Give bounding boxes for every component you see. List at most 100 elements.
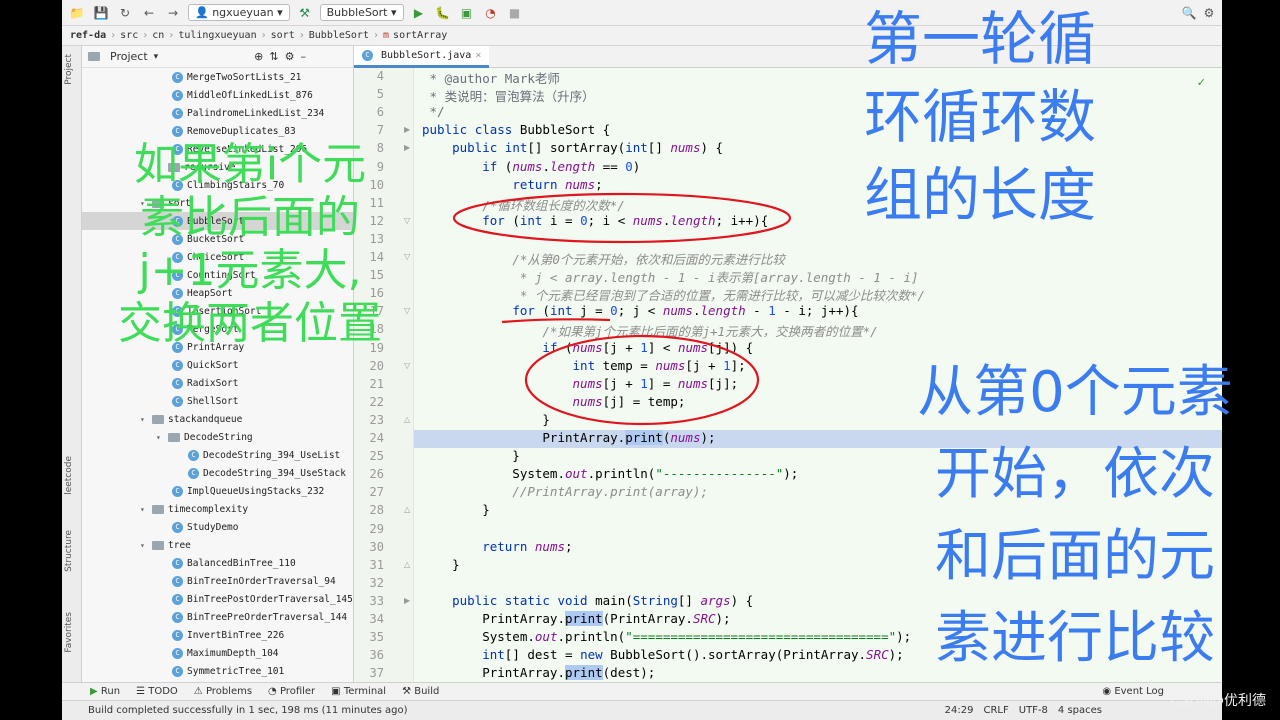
breadcrumb-item[interactable]: BubbleSort	[309, 30, 369, 41]
tree-class[interactable]: C DecodeString_394_UseStack	[82, 464, 353, 482]
tree-class[interactable]: C QuickSort	[82, 356, 353, 374]
run-config-selector[interactable]: BubbleSort ▾	[319, 4, 404, 21]
code-line[interactable]: /*如果第j个元素比后面的第j+1元素大，交换两者的位置*/	[422, 321, 877, 340]
tree-class[interactable]: C MaximumDepth_104	[82, 644, 353, 662]
coverage-icon[interactable]: ▣	[458, 4, 476, 22]
tree-class[interactable]: C BinTreePostOrderTraversal_145	[82, 590, 353, 608]
chevron-down-icon[interactable]: ▾	[140, 541, 150, 550]
breadcrumb-item[interactable]: tulingxueyuan	[178, 30, 256, 41]
tab-profiler[interactable]: ◔ Profiler	[268, 686, 315, 697]
code-line[interactable]: }	[422, 502, 490, 517]
fold-marker-icon[interactable]: ▶	[404, 125, 410, 134]
code-line[interactable]: * 类说明：冒泡算法（升序）	[422, 86, 595, 105]
tree-class[interactable]: C BalancedBinTree_110	[82, 554, 353, 572]
code-line[interactable]: /*从第0个元素开始，依次和后面的元素进行比较	[422, 249, 785, 268]
fold-marker-icon[interactable]: ▶	[404, 596, 410, 605]
tab-build[interactable]: ⚒ Build	[402, 686, 439, 697]
tree-class[interactable]: C BinTreePreOrderTraversal_144	[82, 608, 353, 626]
caret-position[interactable]: 24:29	[945, 705, 974, 716]
tree-class[interactable]: C RadixSort	[82, 374, 353, 392]
minimize-icon[interactable]: –	[300, 50, 306, 63]
tab-todo[interactable]: ☰ TODO	[136, 686, 178, 697]
side-tab-favorites[interactable]: Favorites	[64, 612, 74, 653]
code-line[interactable]: */	[422, 104, 445, 119]
sync-icon[interactable]: ↻	[116, 4, 134, 22]
chevron-down-icon[interactable]: ▾	[140, 415, 150, 424]
tab-terminal[interactable]: ▣ Terminal	[331, 686, 386, 697]
code-line[interactable]: if (nums[j + 1] < nums[j]) {	[422, 340, 753, 355]
fold-marker-icon[interactable]: ▽	[404, 361, 410, 370]
code-line[interactable]: //PrintArray.print(array);	[422, 484, 708, 499]
close-icon[interactable]: ×	[475, 50, 481, 61]
code-line[interactable]: PrintArray.print(PrintArray.SRC);	[422, 611, 731, 626]
run-icon[interactable]: ▶	[410, 4, 428, 22]
profile-icon[interactable]: ◔	[482, 4, 500, 22]
fold-marker-icon[interactable]: △	[404, 415, 410, 424]
debug-icon[interactable]: 🐛	[434, 4, 452, 22]
stop-icon[interactable]: ■	[506, 4, 524, 22]
tab-problems[interactable]: ⚠ Problems	[194, 686, 252, 697]
code-line[interactable]: }	[422, 412, 550, 427]
fold-marker-icon[interactable]: △	[404, 505, 410, 514]
code-line[interactable]: for (int j = 0; j < nums.length - 1 - i;…	[422, 303, 858, 318]
breadcrumb-item[interactable]: ref-da	[70, 30, 106, 41]
code-line[interactable]: }	[422, 448, 520, 463]
breadcrumb-item[interactable]: sortArray	[393, 30, 447, 41]
breadcrumb-item[interactable]: src	[120, 30, 138, 41]
code-line[interactable]: return nums;	[422, 539, 572, 554]
vcs-selector[interactable]: 👤 ngxueyuan ▾	[188, 4, 290, 21]
code-line[interactable]: int temp = nums[j + 1];	[422, 358, 746, 373]
tab-bubblesort-java[interactable]: C BubbleSort.java ×	[354, 45, 490, 68]
back-icon[interactable]: ←	[140, 4, 158, 22]
tree-folder[interactable]: ▾ timecomplexity	[82, 500, 353, 518]
code-line[interactable]: * @author Mark老师	[422, 68, 560, 87]
tree-class[interactable]: C StudyDemo	[82, 518, 353, 536]
code-line[interactable]: public static void main(String[] args) {	[422, 593, 753, 608]
file-encoding[interactable]: UTF-8	[1019, 705, 1048, 716]
chevron-down-icon[interactable]: ▾	[140, 505, 150, 514]
tree-class[interactable]: C PalindromeLinkedList_234	[82, 104, 353, 122]
tree-class[interactable]: C SymmetricTree_101	[82, 662, 353, 680]
tree-class[interactable]: C BinTreeInOrderTraversal_94	[82, 572, 353, 590]
search-icon[interactable]: 🔍	[1180, 4, 1198, 22]
save-icon[interactable]: 💾	[92, 4, 110, 22]
open-icon[interactable]: 📁	[68, 4, 86, 22]
line-separator[interactable]: CRLF	[983, 705, 1008, 716]
collapse-icon[interactable]: ⇅	[269, 50, 278, 63]
code-line[interactable]: int[] dest = new BubbleSort().sortArray(…	[422, 647, 903, 662]
tree-folder[interactable]: ▾ stackandqueue	[82, 410, 353, 428]
side-tab-structure[interactable]: Structure	[64, 530, 74, 572]
code-line[interactable]: nums[j + 1] = nums[j];	[422, 376, 739, 391]
target-icon[interactable]: ⊕	[254, 50, 263, 63]
tab-event-log[interactable]: ◉ Event Log	[1102, 686, 1164, 697]
code-line[interactable]: System.out.println("---------------");	[422, 466, 798, 481]
code-line[interactable]: for (int i = 0; i < nums.length; i++){	[422, 213, 768, 228]
code-line[interactable]: System.out.println("====================…	[422, 629, 911, 644]
fold-marker-icon[interactable]: △	[404, 560, 410, 569]
status-message[interactable]: Build completed successfully in 1 sec, 1…	[88, 705, 408, 716]
breadcrumb-item[interactable]: cn	[152, 30, 164, 41]
side-tab-leetcode[interactable]: leetcode	[64, 456, 74, 495]
chevron-down-icon[interactable]: ▾	[156, 433, 166, 442]
tree-folder[interactable]: ▾ DecodeString	[82, 428, 353, 446]
build-icon[interactable]: ⚒	[296, 4, 314, 22]
tree-class[interactable]: C MiddleOfLinkedList_876	[82, 86, 353, 104]
side-tab-project[interactable]: Project	[64, 54, 74, 85]
tab-run[interactable]: ▶ Run	[90, 686, 120, 697]
code-line[interactable]: PrintArray.print(nums);	[422, 430, 716, 445]
project-title[interactable]: Project	[110, 50, 148, 63]
code-line[interactable]: * 个元素已经冒泡到了合适的位置，无需进行比较，可以减少比较次数*/	[422, 285, 925, 304]
tree-class[interactable]: C DecodeString_394_UseList	[82, 446, 353, 464]
tree-class[interactable]: C ShellSort	[82, 392, 353, 410]
tree-class[interactable]: C MergeTwoSortLists_21	[82, 68, 353, 86]
tree-class[interactable]: C ImplQueueUsingStacks_232	[82, 482, 353, 500]
code-line[interactable]: public class BubbleSort {	[422, 122, 610, 137]
code-line[interactable]: public int[] sortArray(int[] nums) {	[422, 140, 723, 155]
gear-icon[interactable]: ⚙	[285, 50, 295, 63]
breadcrumb-item[interactable]: sort	[271, 30, 295, 41]
code-line[interactable]: PrintArray.print(dest);	[422, 665, 655, 681]
forward-icon[interactable]: →	[164, 4, 182, 22]
settings-icon[interactable]: ⚙	[1200, 4, 1218, 22]
code-line[interactable]: }	[422, 557, 460, 572]
chevron-down-icon[interactable]: ▾	[154, 52, 159, 62]
